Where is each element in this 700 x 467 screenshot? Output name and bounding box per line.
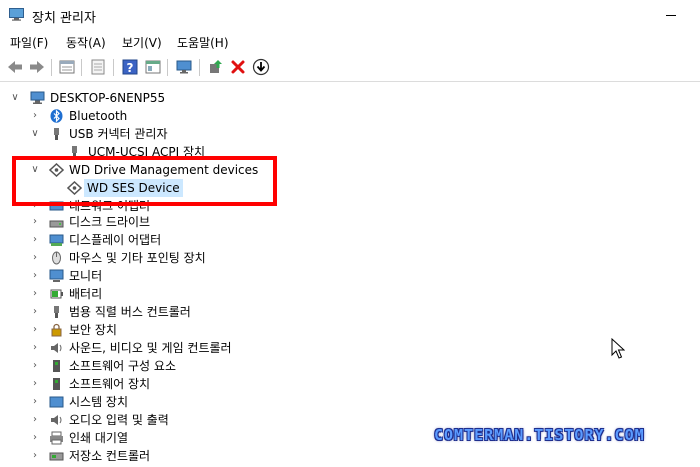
disk-drive-icon [49, 220, 64, 228]
menu-file[interactable]: 파일(F) [10, 34, 48, 51]
monitor-icon[interactable] [175, 58, 193, 76]
tree-item-label: 오디오 입력 및 출력 [69, 413, 169, 427]
tree-item-label: 디스플레이 어댑터 [69, 233, 162, 247]
expand-chevron-icon[interactable]: › [30, 375, 40, 393]
system-device-icon [49, 396, 64, 408]
expand-chevron-icon[interactable]: › [30, 285, 40, 303]
minimize-button[interactable] [660, 4, 688, 26]
usb-connector-icon [54, 128, 59, 140]
title-bar: 장치 관리자 [0, 0, 700, 30]
tree-item-print-queues[interactable]: › 인쇄 대기열 [0, 429, 400, 447]
show-hidden-icon[interactable] [89, 58, 107, 76]
monitor-icon [49, 269, 64, 282]
expand-chevron-icon[interactable]: › [30, 339, 40, 357]
tree-item-system-devices[interactable]: › 시스템 장치 [0, 393, 400, 411]
view-icon[interactable] [144, 58, 162, 76]
highlight-annotation-box [12, 156, 277, 206]
usb-controller-icon [54, 306, 59, 318]
computer-icon [30, 91, 45, 104]
tree-item-storage-controllers[interactable]: › 저장소 컨트롤러 [0, 447, 400, 465]
scan-hardware-icon[interactable] [252, 58, 270, 76]
menu-help[interactable]: 도움말(H) [177, 34, 229, 51]
toolbar-separator [167, 59, 168, 76]
forward-arrow-icon[interactable] [28, 58, 46, 76]
menu-bar: 파일(F) 동작(A) 보기(V) 도움말(H) [0, 30, 700, 52]
toolbar-separator [81, 59, 82, 76]
printer-icon [50, 431, 63, 445]
software-device-icon [53, 378, 60, 390]
help-icon[interactable]: ? [121, 58, 139, 76]
tree-item-label: 시스템 장치 [69, 395, 129, 409]
tree-root-label: DESKTOP-6NENP55 [50, 91, 166, 105]
device-tree: ∨ DESKTOP-6NENP55 › Bluetooth ∨ USB 커넥터 … [0, 86, 700, 467]
speaker-icon [51, 415, 62, 425]
speaker-icon [51, 343, 62, 353]
tree-item-label: 디스크 드라이브 [69, 215, 151, 229]
tree-item-label: 보안 장치 [69, 323, 117, 337]
svg-text:?: ? [127, 61, 134, 75]
expand-chevron-icon[interactable]: › [30, 321, 40, 339]
software-component-icon [53, 360, 60, 372]
expand-chevron-icon[interactable]: › [30, 447, 40, 465]
expand-chevron-icon[interactable]: › [30, 357, 40, 375]
tree-item-mice[interactable]: › 마우스 및 기타 포인팅 장치 [0, 249, 400, 267]
expand-chevron-icon[interactable]: › [30, 213, 40, 231]
menu-view[interactable]: 보기(V) [122, 34, 162, 51]
tree-item-usb-connector-manager[interactable]: ∨ USB 커넥터 관리자 [0, 125, 400, 143]
tree-item-display-adapters[interactable]: › 디스플레이 어댑터 [0, 231, 400, 249]
tree-item-batteries[interactable]: › 배터리 [0, 285, 400, 303]
tree-item-usb-controllers[interactable]: › 범용 직렬 버스 컨트롤러 [0, 303, 400, 321]
tree-item-label: Bluetooth [69, 109, 128, 123]
tree-item-sound-video-game[interactable]: › 사운드, 비디오 및 게임 컨트롤러 [0, 339, 400, 357]
update-driver-icon[interactable] [207, 58, 225, 76]
tree-item-label: 저장소 컨트롤러 [69, 449, 151, 463]
mouse-icon [52, 251, 61, 265]
tree-item-bluetooth[interactable]: › Bluetooth [0, 107, 400, 125]
expand-chevron-icon[interactable]: › [30, 411, 40, 429]
tree-item-label: 배터리 [69, 287, 103, 301]
uninstall-icon[interactable] [229, 58, 247, 76]
security-key-icon [51, 323, 62, 337]
tree-root[interactable]: ∨ DESKTOP-6NENP55 [0, 89, 400, 107]
tree-item-label: 범용 직렬 버스 컨트롤러 [69, 305, 191, 319]
display-adapter-icon [49, 234, 64, 246]
menu-action[interactable]: 동작(A) [66, 34, 106, 51]
device-manager-icon [9, 8, 24, 21]
tree-item-label: 소프트웨어 구성 요소 [69, 359, 176, 373]
watermark-text: COMTERMAN.TISTORY.COM [434, 426, 645, 444]
tree-item-label: 사운드, 비디오 및 게임 컨트롤러 [69, 341, 232, 355]
tree-item-software-components[interactable]: › 소프트웨어 구성 요소 [0, 357, 400, 375]
bluetooth-icon [50, 109, 63, 123]
expand-chevron-icon[interactable]: › [30, 249, 40, 267]
tree-item-monitors[interactable]: › 모니터 [0, 267, 400, 285]
tree-item-label: 마우스 및 기타 포인팅 장치 [69, 251, 206, 265]
toolbar-separator [199, 59, 200, 76]
collapse-chevron-icon[interactable]: ∨ [30, 125, 40, 143]
tree-item-label: 소프트웨어 장치 [69, 377, 151, 391]
toolbar: ? [0, 54, 700, 82]
properties-icon[interactable] [58, 58, 76, 76]
expand-chevron-icon[interactable]: › [30, 429, 40, 447]
tree-item-label: 모니터 [69, 269, 103, 283]
toolbar-separator [113, 59, 114, 76]
battery-icon [50, 289, 63, 299]
expand-chevron-icon[interactable]: › [30, 231, 40, 249]
collapse-chevron-icon[interactable]: ∨ [10, 89, 20, 107]
expand-chevron-icon[interactable]: › [30, 107, 40, 125]
expand-chevron-icon[interactable]: › [30, 393, 40, 411]
expand-chevron-icon[interactable]: › [30, 303, 40, 321]
storage-controller-icon [49, 452, 64, 461]
tree-item-disk-drives[interactable]: › 디스크 드라이브 [0, 213, 400, 231]
tree-item-label: 인쇄 대기열 [69, 431, 129, 445]
tree-item-security-devices[interactable]: › 보안 장치 [0, 321, 400, 339]
expand-chevron-icon[interactable]: › [30, 267, 40, 285]
back-arrow-icon[interactable] [6, 58, 24, 76]
window-title: 장치 관리자 [32, 11, 96, 26]
tree-item-audio-io[interactable]: › 오디오 입력 및 출력 [0, 411, 400, 429]
mouse-cursor-icon [611, 338, 625, 359]
tree-item-software-devices[interactable]: › 소프트웨어 장치 [0, 375, 400, 393]
tree-item-label: USB 커넥터 관리자 [69, 127, 168, 141]
toolbar-separator [51, 59, 52, 76]
